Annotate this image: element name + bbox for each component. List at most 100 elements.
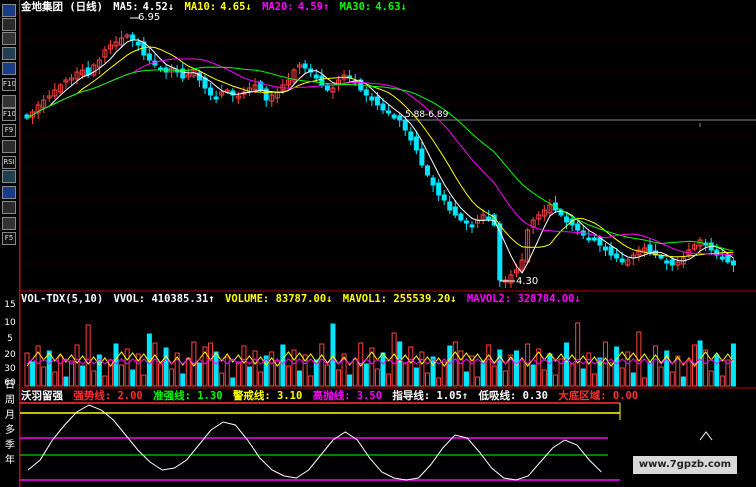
volume-bar — [63, 376, 69, 387]
volume-bar — [486, 344, 492, 387]
volume-bar — [113, 343, 119, 387]
candle — [719, 256, 725, 260]
volume-bar — [641, 377, 647, 387]
volume-bar — [352, 358, 358, 387]
volume-bar — [52, 371, 58, 387]
volume-bar — [653, 345, 659, 387]
candle — [363, 89, 369, 96]
volume-bar — [413, 367, 419, 387]
volume-bar — [541, 369, 547, 387]
volume-bar — [152, 342, 158, 387]
vvol-value: VVOL: 410385.31↑ — [113, 293, 215, 305]
volume-bar — [480, 360, 486, 387]
candle — [463, 220, 469, 224]
volume-bar — [447, 345, 453, 387]
volume-bar — [703, 349, 709, 387]
volume-bar — [330, 323, 336, 387]
volume-bar — [669, 371, 675, 387]
volume-bar — [130, 369, 136, 387]
volume-bar — [119, 364, 125, 387]
volume-bar — [686, 360, 692, 387]
mavol2-value: MAVOL2: 328784.00↓ — [466, 293, 581, 305]
candle — [386, 110, 392, 114]
ma10-value: 4.65↓ — [220, 1, 252, 13]
stock-chart[interactable] — [0, 0, 756, 487]
mavol1-value: MAVOL1: 255539.20↓ — [342, 293, 457, 305]
candle — [486, 216, 492, 220]
volume-bar — [458, 350, 464, 387]
volume-bar — [169, 368, 175, 387]
volume-bar — [380, 352, 386, 387]
volume-bar — [580, 368, 586, 387]
volume-bar — [124, 348, 130, 387]
candle — [603, 246, 608, 251]
candle — [146, 53, 152, 61]
volume-bar — [374, 368, 380, 387]
candle — [647, 244, 653, 253]
candle — [135, 41, 141, 46]
volume-bar — [363, 363, 369, 387]
volume-bar — [658, 366, 664, 387]
volume-bar — [630, 372, 636, 387]
warning-line: 警戒线: 3.10 — [232, 390, 303, 402]
volume-bar — [386, 373, 392, 387]
candle — [430, 177, 436, 186]
volume-bar — [224, 356, 230, 387]
volume-bar — [530, 364, 536, 387]
candle — [469, 224, 475, 228]
ma5-line — [26, 39, 734, 274]
volume-bar — [219, 372, 225, 387]
quasi-strong-line: 准强线: 1.30 — [153, 390, 223, 402]
candle — [436, 182, 442, 196]
volume-bar — [402, 362, 408, 387]
volume-value: VOLUME: 83787.00↓ — [225, 293, 333, 305]
volume-bar — [41, 366, 47, 387]
volume-bar — [91, 370, 97, 387]
volume-bar — [730, 343, 736, 387]
volume-bar — [141, 374, 147, 387]
volume-bar — [491, 365, 497, 387]
volume-bar — [24, 352, 30, 387]
volume-bar — [552, 374, 558, 387]
volume-bar — [102, 375, 108, 387]
candle — [725, 254, 731, 263]
ma30-label: MA30: — [339, 1, 372, 13]
ma5-label: MA5: — [113, 1, 139, 13]
volume-bar — [174, 352, 180, 387]
candle — [730, 260, 736, 266]
low-buy-line: 低吸线: 0.30 — [478, 390, 548, 402]
volume-bar — [85, 324, 91, 387]
candle — [425, 165, 430, 176]
guide-line: 指导线: 1.05↑ — [392, 390, 469, 402]
candle — [130, 34, 136, 41]
candle — [664, 260, 670, 264]
volume-bar — [213, 351, 219, 387]
candle — [302, 63, 308, 69]
volume-bar — [625, 351, 631, 387]
volume-bar — [80, 365, 86, 387]
indicator-header: 沃羽留强 强势线: 2.00 准强线: 1.30 警戒线: 3.10 高抛线: … — [21, 390, 642, 402]
candle — [458, 213, 464, 221]
volume-bar — [185, 357, 191, 387]
volume-bar — [280, 344, 286, 387]
volume-bar — [586, 352, 592, 387]
volume-bar — [319, 343, 325, 387]
candle — [369, 96, 375, 101]
volume-bar — [614, 346, 620, 387]
candle — [608, 246, 614, 256]
volume-bar — [252, 350, 258, 387]
volume-bar — [591, 373, 597, 387]
volume-bar — [347, 374, 353, 387]
candle — [441, 194, 447, 201]
volume-bar — [308, 375, 314, 387]
volume-bar — [391, 332, 397, 387]
volume-bar — [196, 362, 202, 387]
volume-bar — [158, 363, 163, 387]
ma20-line — [26, 58, 734, 256]
volume-bar — [336, 369, 341, 387]
volume-bar — [285, 365, 291, 387]
candle — [413, 136, 419, 151]
volume-bar — [502, 370, 508, 387]
candle — [408, 131, 414, 141]
volume-bar — [235, 361, 241, 387]
